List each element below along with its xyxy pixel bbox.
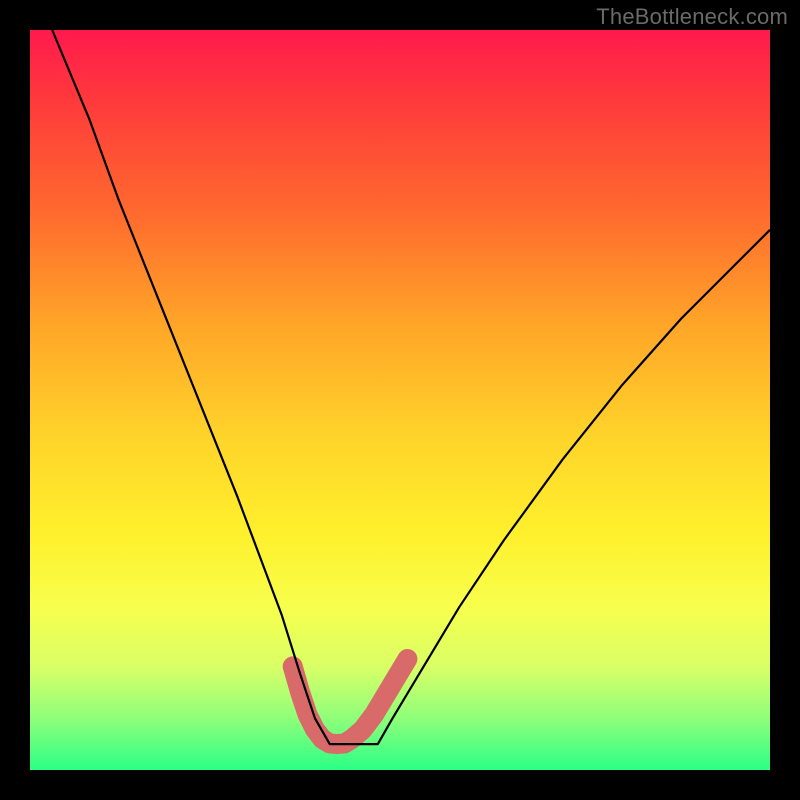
bottleneck-curve	[52, 30, 770, 744]
chart-frame: TheBottleneck.com	[0, 0, 800, 800]
curve-svg	[30, 30, 770, 770]
plot-area	[30, 30, 770, 770]
watermark-label: TheBottleneck.com	[596, 4, 788, 30]
